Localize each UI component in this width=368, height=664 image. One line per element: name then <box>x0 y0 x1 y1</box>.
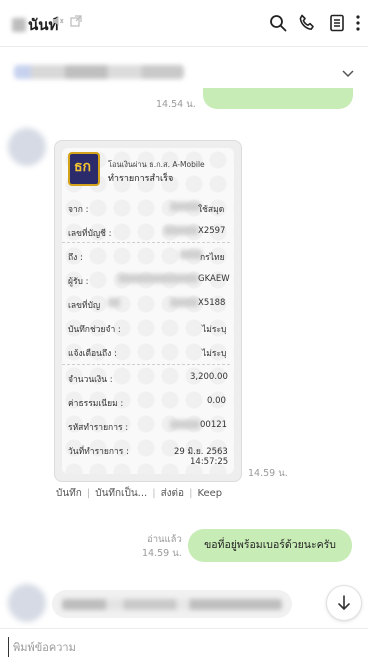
incoming-message[interactable] <box>52 590 292 618</box>
receipt-label-ref: รหัสทำรายการ : <box>68 423 129 433</box>
search-icon[interactable] <box>268 13 288 33</box>
arrow-down-icon <box>338 595 350 611</box>
receipt-org: โอนเงินผ่าน ธ.ก.ส. A-Mobile <box>108 160 205 169</box>
avatar[interactable] <box>8 584 46 622</box>
message-time: 14.59 น. <box>142 548 182 559</box>
bank-logo: ธก <box>68 152 100 186</box>
action-save-as[interactable]: บันทึกเป็น... <box>95 488 147 499</box>
more-icon[interactable] <box>352 13 364 33</box>
receipt-label-to: ถึง : <box>68 253 83 263</box>
separator: | <box>86 488 91 499</box>
receipt-label-recipient: ผู้รับ : <box>68 277 89 287</box>
message-composer <box>0 628 368 664</box>
receipt-value-recipient: GKAEW <box>198 274 230 284</box>
receipt-value-account2: X5188 <box>198 298 226 308</box>
blurred-text <box>62 599 282 610</box>
redaction <box>170 298 198 307</box>
chat-header: นันท์ <box>0 0 368 47</box>
outgoing-message[interactable]: ขอที่อยู่พร้อมเบอร์ด้วยนะครับ <box>188 529 352 562</box>
redaction <box>170 420 200 429</box>
message-time: 14.59 น. <box>248 468 288 479</box>
receipt-divider <box>62 364 230 365</box>
action-forward[interactable]: ส่งต่อ <box>161 488 185 499</box>
receipt-value-account: X2597 <box>198 226 226 236</box>
separator: | <box>189 488 193 499</box>
image-actions: บันทึก | บันทึกเป็น... | ส่งต่อ | Keep <box>56 486 227 501</box>
phone-icon[interactable] <box>297 13 317 33</box>
receipt-label-date: วันที่ทำรายการ : <box>68 447 129 457</box>
receipt-value-ref: 00121 <box>200 420 228 430</box>
message-time: 14.54 น. <box>156 99 196 110</box>
receipt-value-amount: 3,200.00 <box>190 372 228 382</box>
popout-icon[interactable] <box>70 15 82 27</box>
separator: | <box>152 488 156 499</box>
receipt-value-from: ใช้สมุด <box>198 205 225 215</box>
receipt-label-fee: ค่าธรรมเนียม : <box>68 399 124 409</box>
receipt-label-amount: จำนวนเงิน : <box>68 375 113 385</box>
receipt-value-memo: ไม่ระบุ <box>202 325 227 335</box>
avatar[interactable] <box>8 128 46 166</box>
receipt-value-time: 14:57:25 <box>190 457 229 467</box>
redaction <box>170 202 200 211</box>
scroll-to-bottom-button[interactable] <box>326 585 362 621</box>
announcement-blurred-text <box>14 65 184 79</box>
action-keep[interactable]: Keep <box>197 488 222 499</box>
redaction <box>164 226 198 235</box>
title-blur <box>12 18 26 32</box>
receipt-value-date: 29 มิ.ย. 2563 <box>174 447 228 457</box>
receipt-label-account: เลขที่บัญชี : <box>68 229 112 239</box>
receipt-divider <box>62 242 230 243</box>
receipt-label-from: จาก : <box>68 205 89 215</box>
mute-icon <box>53 16 64 26</box>
receipt-label-notify: แจ้งเตือนถึง : <box>68 349 117 359</box>
redaction <box>118 274 198 283</box>
receipt-label-account2: เลขที่บัญ <box>68 301 101 311</box>
receipt-label-memo: บันทึกช่วยจำ : <box>68 325 121 335</box>
previous-outgoing-bubble[interactable] <box>203 88 353 109</box>
notes-icon[interactable] <box>327 13 347 33</box>
redaction <box>108 298 120 307</box>
receipt-value-to: กรไทย <box>200 253 225 263</box>
action-save[interactable]: บันทึก <box>56 488 82 499</box>
message-input[interactable] <box>8 637 353 657</box>
read-receipt: อ่านแล้ว <box>147 534 182 545</box>
redaction <box>180 250 202 259</box>
receipt-value-notify: ไม่ระบุ <box>202 349 227 359</box>
chevron-down-icon[interactable] <box>342 70 354 78</box>
receipt-value-fee: 0.00 <box>207 396 226 406</box>
receipt-status: ทำรายการสำเร็จ <box>108 174 174 184</box>
